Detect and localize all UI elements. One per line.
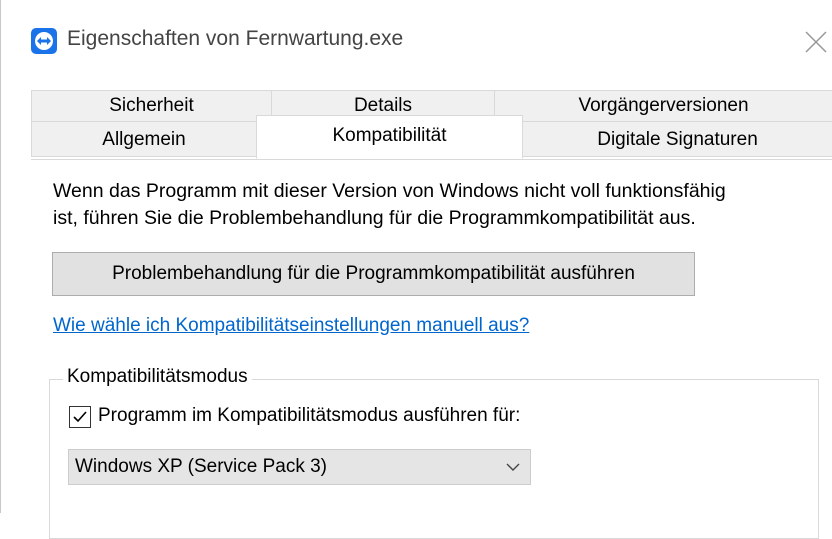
description-line: ist, führen Sie die Problembehandlung fü… bbox=[53, 207, 696, 229]
teamviewer-app-icon bbox=[31, 28, 57, 54]
close-icon bbox=[805, 31, 827, 53]
tab-kompatibilitaet[interactable]: Kompatibilität bbox=[256, 115, 523, 159]
compatibility-panel: Wenn das Programm mit dieser Version von… bbox=[31, 159, 832, 539]
tab-digitale-signaturen[interactable]: Digitale Signaturen bbox=[522, 121, 832, 157]
description-text: Wenn das Programm mit dieser Version von… bbox=[53, 178, 823, 232]
chevron-down-icon bbox=[506, 463, 520, 471]
window-edge bbox=[1, 0, 11, 513]
os-version-selected-value: Windows XP (Service Pack 3) bbox=[75, 456, 328, 477]
tab-strip: Sicherheit Details Vorgängerversionen Al… bbox=[1, 82, 832, 160]
manual-settings-help-link[interactable]: Wie wähle ich Kompatibilitätseinstellung… bbox=[53, 315, 529, 337]
os-version-dropdown[interactable]: Windows XP (Service Pack 3) bbox=[68, 449, 531, 485]
properties-window: Eigenschaften von Fernwartung.exe Sicher… bbox=[0, 0, 832, 539]
compatibility-mode-checkbox[interactable] bbox=[69, 406, 91, 428]
tab-label: Allgemein bbox=[102, 129, 186, 150]
title-bar[interactable]: Eigenschaften von Fernwartung.exe bbox=[11, 0, 832, 82]
compatibility-mode-legend: Kompatibilitätsmodus bbox=[63, 366, 252, 388]
tab-label: Sicherheit bbox=[109, 95, 194, 116]
run-troubleshooter-button[interactable]: Problembehandlung für die Programmkompat… bbox=[52, 252, 695, 296]
description-line: Wenn das Programm mit dieser Version von… bbox=[53, 180, 726, 202]
tab-sicherheit[interactable]: Sicherheit bbox=[31, 90, 272, 122]
tab-label: Vorgängerversionen bbox=[578, 95, 749, 116]
tab-label: Digitale Signaturen bbox=[597, 129, 758, 150]
tab-vorgaengerversionen[interactable]: Vorgängerversionen bbox=[494, 90, 832, 122]
checkmark-icon bbox=[73, 411, 87, 423]
tab-label: Kompatibilität bbox=[332, 125, 447, 146]
tab-allgemein[interactable]: Allgemein bbox=[31, 121, 257, 157]
compatibility-mode-checkbox-label: Programm im Kompatibilitätsmodus ausführ… bbox=[98, 405, 521, 426]
window-title: Eigenschaften von Fernwartung.exe bbox=[67, 27, 404, 50]
close-button[interactable] bbox=[796, 22, 832, 62]
